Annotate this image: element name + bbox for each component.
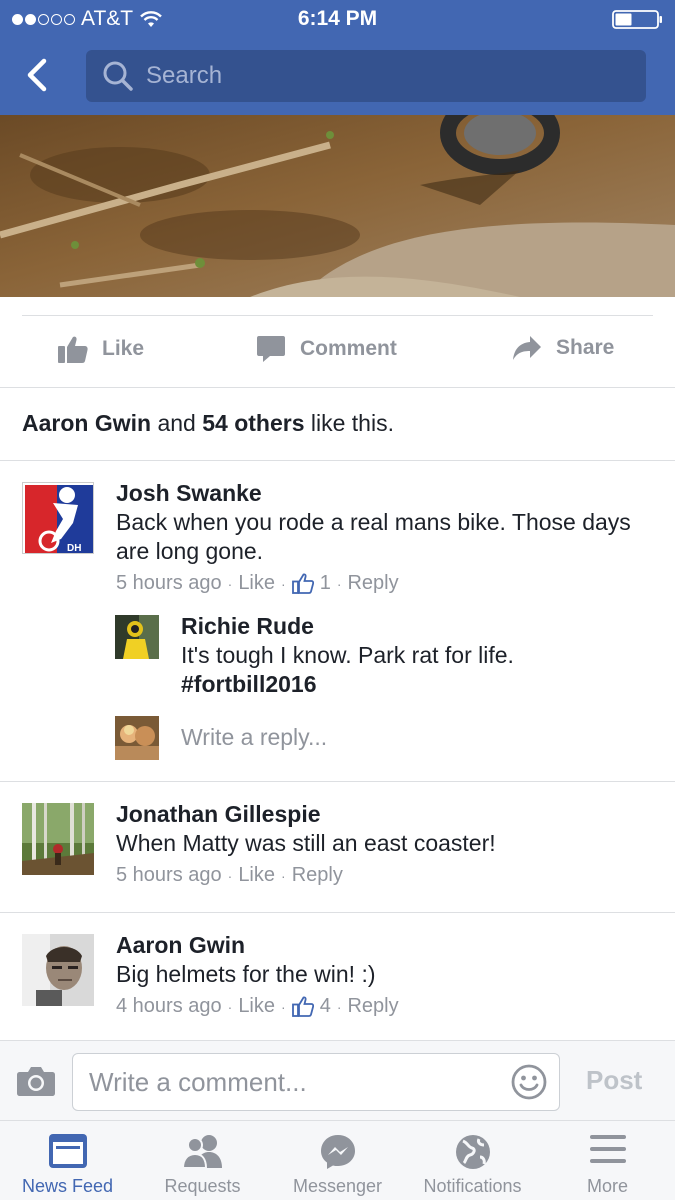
divider [22, 315, 653, 316]
reply-hashtag[interactable]: #fortbill2016 [181, 670, 317, 699]
comment-reply-button[interactable]: Reply [347, 572, 398, 595]
battery-icon [612, 10, 662, 29]
avatar-aaron-gwin[interactable] [22, 934, 94, 1006]
comment-reply-button[interactable]: Reply [292, 864, 343, 887]
tab-label: Requests [164, 1176, 241, 1196]
tab-messenger[interactable]: Messenger [270, 1121, 405, 1200]
post-photo[interactable] [0, 115, 675, 297]
search-input[interactable]: Search [86, 50, 646, 102]
comment-composer: Write a comment... Post [0, 1040, 675, 1120]
comment-text: Back when you rode a real mans bike. Tho… [116, 509, 631, 564]
post-action-bar: Like Comment Share [0, 297, 675, 388]
divider [0, 781, 675, 782]
my-avatar [115, 716, 159, 760]
comment-input-placeholder: Write a comment... [89, 1067, 307, 1097]
share-label: Share [556, 336, 615, 359]
avatar-jonathan-gillespie[interactable] [22, 803, 94, 875]
tab-requests[interactable]: Requests [135, 1121, 270, 1200]
commenter-name[interactable]: Jonathan Gillespie [116, 801, 321, 828]
comment-timestamp: 4 hours ago [116, 995, 222, 1017]
status-bar: AT&T 6:14 PM [0, 0, 675, 40]
comment-like-button[interactable]: Like [238, 572, 275, 595]
tab-label: Messenger [292, 1176, 383, 1196]
globe-icon [455, 1135, 490, 1169]
thumbs-up-outline-icon [291, 573, 314, 594]
likes-suffix: like this. [304, 410, 394, 436]
comment-meta: 5 hours ago · Like · 1 · Reply [116, 572, 399, 595]
share-button[interactable]: Share [512, 335, 614, 361]
comment-text: When Matty was still an east coaster! [116, 830, 496, 856]
top-bar: AT&T 6:14 PM Search [0, 0, 675, 115]
avatar-josh-swanke[interactable]: DH [22, 482, 94, 554]
comment-label: Comment [300, 337, 397, 360]
comment-reply-button[interactable]: Reply [347, 995, 398, 1018]
thumbs-up-icon [58, 336, 88, 363]
commenter-name[interactable]: Josh Swanke [116, 480, 262, 507]
camera-icon[interactable] [16, 1065, 56, 1097]
share-arrow-icon [513, 336, 541, 360]
comment-like-button[interactable]: Like [238, 995, 275, 1018]
comment-like-button[interactable]: Like [238, 864, 275, 887]
comment-reaction-count[interactable]: 4 [291, 995, 331, 1018]
likes-summary[interactable]: Aaron Gwin and 54 others like this. [22, 410, 394, 437]
write-reply-input[interactable]: Write a reply... [181, 724, 327, 751]
tab-more[interactable]: More [540, 1121, 675, 1200]
messenger-icon [320, 1135, 355, 1169]
reply-author-name[interactable]: Richie Rude [181, 613, 314, 640]
comment-bubble-icon [257, 336, 285, 362]
emoji-icon[interactable] [511, 1064, 547, 1100]
comment-text: Big helmets for the win! :) [116, 961, 376, 987]
divider [0, 460, 675, 461]
liker-name[interactable]: Aaron Gwin [22, 410, 151, 436]
like-label: Like [102, 337, 145, 360]
divider [0, 912, 675, 913]
comment-timestamp: 5 hours ago [116, 572, 222, 594]
friend-requests-icon [181, 1135, 222, 1169]
comment-meta: 5 hours ago · Like · Reply [116, 864, 343, 887]
bottom-tab-bar: News Feed Requests Messenger Notificatio… [0, 1120, 675, 1200]
tab-news-feed[interactable]: News Feed [0, 1121, 135, 1200]
reaction-count: 4 [319, 995, 331, 1017]
commenter-name[interactable]: Aaron Gwin [116, 932, 245, 959]
news-feed-icon [48, 1134, 87, 1168]
tab-notifications[interactable]: Notifications [405, 1121, 540, 1200]
clock: 6:14 PM [297, 7, 378, 30]
comment-input[interactable]: Write a comment... [72, 1053, 560, 1111]
comment-reaction-count[interactable]: 1 [291, 572, 331, 595]
tab-label: Notifications [423, 1176, 522, 1196]
avatar-richie-rude[interactable] [115, 615, 159, 659]
comment-button[interactable]: Comment [256, 335, 397, 363]
comment-timestamp: 5 hours ago [116, 864, 222, 886]
post-button[interactable]: Post [586, 1065, 642, 1096]
comment-meta: 4 hours ago · Like · 4 · Reply [116, 995, 399, 1018]
reaction-count: 1 [319, 572, 331, 594]
search-icon [103, 61, 133, 91]
reply-text: It's tough I know. Park rat for life. [181, 642, 514, 668]
like-button[interactable]: Like [58, 335, 144, 363]
tab-label: News Feed [21, 1176, 114, 1196]
likes-others-count[interactable]: 54 others [202, 410, 304, 436]
menu-icon [589, 1135, 626, 1163]
likes-connector: and [151, 410, 203, 436]
back-arrow-icon[interactable] [18, 55, 58, 95]
tab-label: More [586, 1176, 628, 1196]
svg-text:DH: DH [67, 543, 81, 554]
thumbs-up-outline-icon [291, 996, 314, 1017]
search-placeholder: Search [146, 62, 223, 89]
